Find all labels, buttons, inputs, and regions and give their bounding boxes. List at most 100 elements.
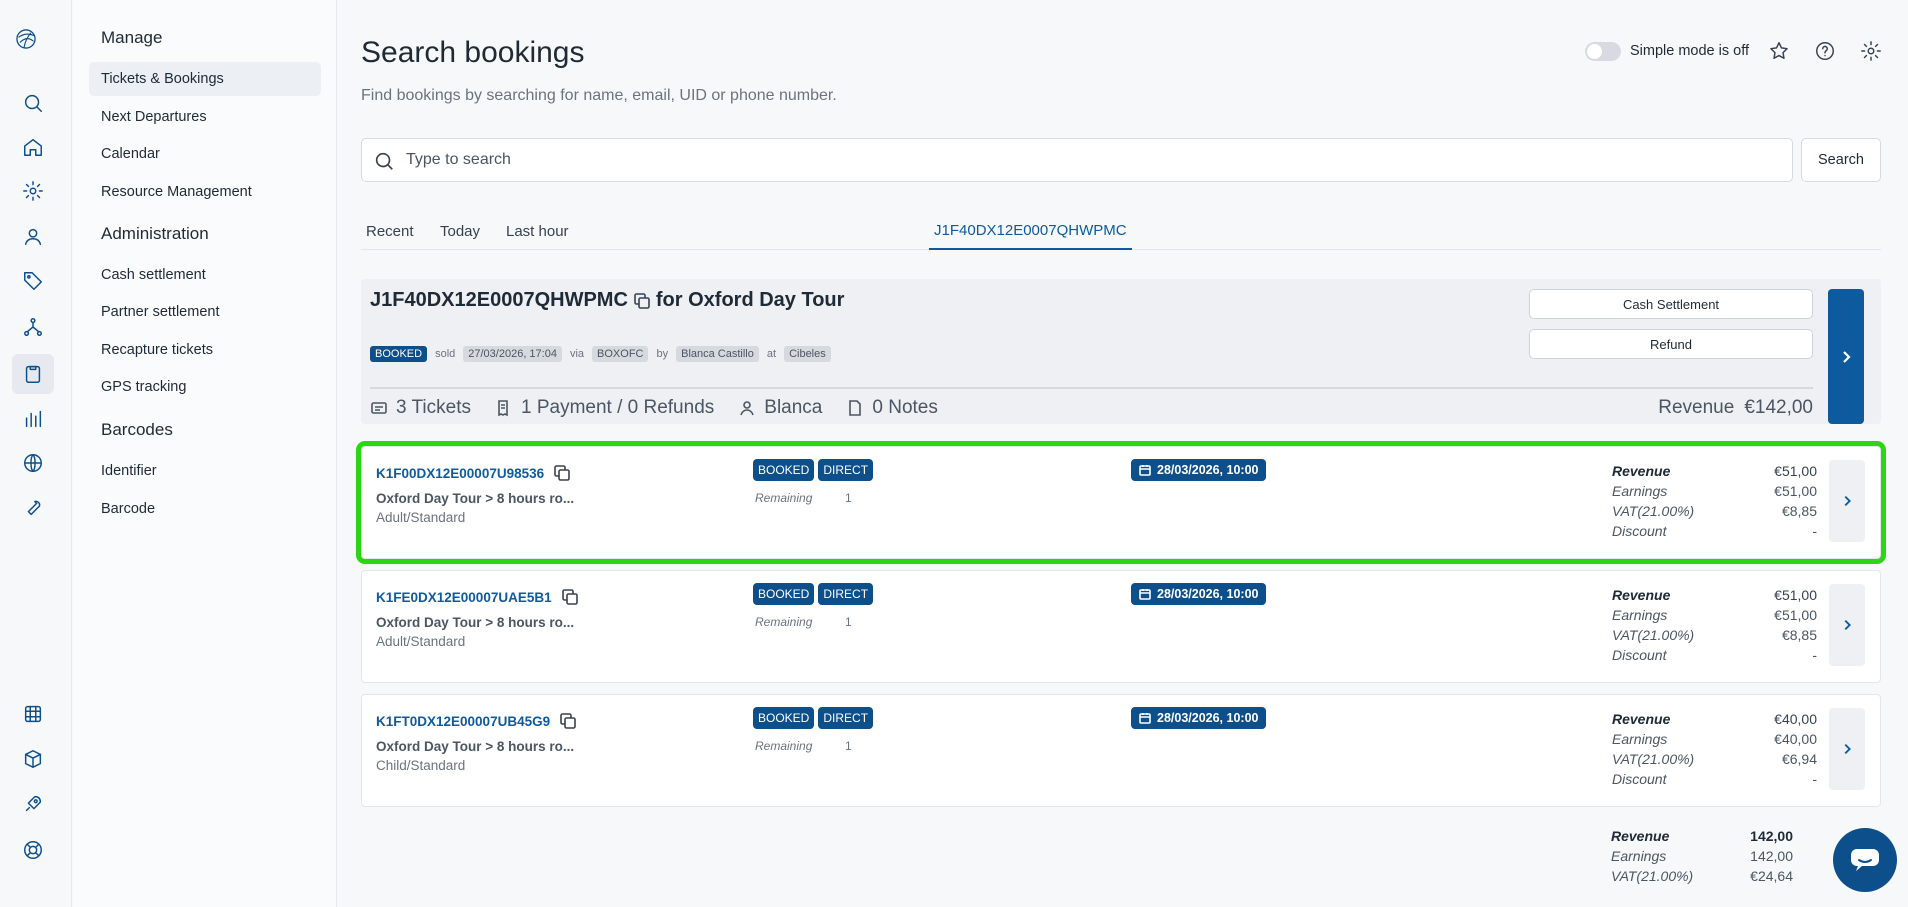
total-earnings-value: 142,00	[1750, 848, 1793, 864]
vat-label: VAT(21.00%)	[1612, 751, 1695, 767]
help-icon[interactable]	[1814, 40, 1838, 64]
rocket-icon[interactable]	[20, 791, 46, 817]
ticket-id[interactable]: K1F00DX12E00007U98536	[376, 463, 572, 483]
user-location-icon[interactable]	[20, 223, 46, 249]
copy-icon[interactable]	[558, 711, 578, 731]
earnings-label: Earnings	[1612, 731, 1668, 747]
revenue-label: Revenue	[1612, 711, 1671, 727]
app-logo[interactable]	[15, 28, 49, 62]
sales-channel: BOXOFC	[592, 346, 649, 362]
remaining-value: 1	[845, 739, 852, 753]
ticket-financials: Revenue €51,00 Earnings €51,00 VAT(21.00%)…	[1612, 463, 1817, 543]
earnings-value: €51,00	[1774, 607, 1817, 623]
box-icon[interactable]	[20, 746, 46, 772]
booking-uid[interactable]: J1F40DX12E0007QHWPMC	[370, 289, 628, 312]
revenue-value: €142,00	[1744, 397, 1813, 418]
simple-mode-toggle[interactable]	[1585, 42, 1621, 61]
nav-item-calendar[interactable]: Calendar	[89, 137, 321, 171]
open-booking-button[interactable]	[1828, 289, 1864, 424]
vat-value: €6,94	[1781, 751, 1817, 767]
discount-value: -	[1812, 523, 1817, 539]
remaining-label: Remaining	[755, 739, 813, 753]
ticket-row[interactable]: K1FT0DX12E00007UB45G9 Oxford Day Tour > …	[361, 694, 1881, 807]
remaining-label: Remaining	[755, 615, 813, 629]
receipt-icon	[498, 400, 508, 417]
search-tabs: Recent Today Last hour J1F40DX12E0007QHW…	[361, 212, 1881, 250]
meta-label: at	[766, 348, 777, 360]
search-button[interactable]: Search	[1801, 138, 1881, 182]
nav-item-tickets-bookings[interactable]: Tickets & Bookings	[89, 62, 321, 96]
status-badge: BOOKED	[753, 707, 815, 729]
payments-count: 1 Payment / 0 Refunds	[520, 397, 715, 418]
earnings-value: €40,00	[1774, 731, 1817, 747]
refund-button[interactable]: Refund	[1529, 329, 1813, 359]
copy-icon[interactable]	[632, 291, 652, 311]
ticket-product: Oxford Day Tour > 8 hours ro...	[376, 615, 575, 630]
booking-stats: 3 Tickets 1 Payment / 0 Refunds Blanca 0…	[370, 397, 962, 419]
nav-item-recapture-tickets[interactable]: Recapture tickets	[89, 333, 321, 367]
header-actions: Simple mode is off	[338, 40, 1881, 64]
ticket-id[interactable]: K1FE0DX12E00007UAE5B1	[376, 587, 580, 607]
search-input[interactable]	[406, 147, 1776, 173]
nav-item-barcode[interactable]: Barcode	[89, 492, 321, 526]
cash-settlement-button[interactable]: Cash Settlement	[1529, 289, 1813, 319]
remaining-label: Remaining	[755, 491, 813, 505]
tab-booking-uid[interactable]: J1F40DX12E0007QHWPMC	[929, 212, 1132, 250]
network-icon[interactable]	[20, 314, 46, 340]
vat-value: €8,85	[1781, 627, 1817, 643]
vat-value: €8,85	[1781, 503, 1817, 519]
copy-icon[interactable]	[560, 587, 580, 607]
notes-count: 0 Notes	[872, 397, 938, 418]
lifebuoy-icon[interactable]	[20, 837, 46, 863]
home-icon[interactable]	[20, 134, 46, 160]
ticket-variant: Adult/Standard	[376, 510, 466, 525]
remaining-value: 1	[845, 491, 852, 505]
tab-last-hour[interactable]: Last hour	[506, 212, 569, 250]
notes-stat[interactable]: 0 Notes	[846, 397, 938, 419]
ticket-row[interactable]: K1F00DX12E00007U98536 Oxford Day Tour > …	[356, 441, 1886, 564]
settings-icon[interactable]	[20, 178, 46, 204]
page-subtitle: Find bookings by searching for name, ema…	[361, 87, 837, 104]
open-ticket-button[interactable]	[1829, 460, 1865, 542]
tag-icon[interactable]	[20, 268, 46, 294]
ticket-badges: BOOKED DIRECT	[753, 459, 874, 481]
chat-button[interactable]	[1833, 828, 1897, 892]
ticket-variant: Child/Standard	[376, 758, 466, 773]
channel-badge: DIRECT	[818, 459, 874, 481]
nav-item-cash-settlement[interactable]: Cash settlement	[89, 258, 321, 292]
globe-icon[interactable]	[20, 450, 46, 476]
bar-chart-icon[interactable]	[20, 406, 46, 432]
calendar-grid-icon[interactable]	[20, 701, 46, 727]
nav-item-identifier[interactable]: Identifier	[89, 454, 321, 488]
nav-item-next-departures[interactable]: Next Departures	[89, 100, 321, 134]
nav-item-gps-tracking[interactable]: GPS tracking	[89, 370, 321, 404]
chevron-right-icon	[1844, 619, 1851, 631]
ticket-row[interactable]: K1FE0DX12E00007UAE5B1 Oxford Day Tour > …	[361, 570, 1881, 683]
booking-meta: BOOKED sold 27/03/2026, 17:04 via BOXOFC…	[370, 346, 831, 362]
status-badge: BOOKED	[753, 583, 815, 605]
chevron-right-icon	[1844, 743, 1851, 755]
total-vat-value: €24,64	[1750, 868, 1793, 884]
star-icon[interactable]	[1768, 40, 1792, 64]
wrench-icon[interactable]	[20, 494, 46, 520]
chevron-right-icon	[1843, 350, 1851, 363]
payments-stat[interactable]: 1 Payment / 0 Refunds	[495, 397, 714, 419]
user-stat[interactable]: Blanca	[738, 397, 822, 419]
gear-icon[interactable]	[1860, 40, 1884, 64]
tab-recent[interactable]: Recent	[366, 212, 414, 250]
booking-title: J1F40DX12E0007QHWPMC for Oxford Day Tour	[370, 289, 844, 312]
total-revenue-label: Revenue	[1611, 828, 1670, 844]
copy-icon[interactable]	[552, 463, 572, 483]
clipboard-icon[interactable]	[12, 354, 54, 394]
discount-label: Discount	[1612, 771, 1667, 787]
tab-today[interactable]: Today	[440, 212, 480, 250]
nav-item-partner-settlement[interactable]: Partner settlement	[89, 295, 321, 329]
open-ticket-button[interactable]	[1829, 708, 1865, 790]
nav-item-resource-management[interactable]: Resource Management	[89, 175, 321, 209]
booking-totals: Revenue 142,00 Earnings 142,00 VAT(21.00%)…	[1611, 828, 1793, 888]
search-icon[interactable]	[20, 90, 46, 116]
ticket-id[interactable]: K1FT0DX12E00007UB45G9	[376, 711, 578, 731]
tickets-stat[interactable]: 3 Tickets	[370, 397, 471, 419]
channel-badge: DIRECT	[818, 707, 874, 729]
open-ticket-button[interactable]	[1829, 584, 1865, 666]
